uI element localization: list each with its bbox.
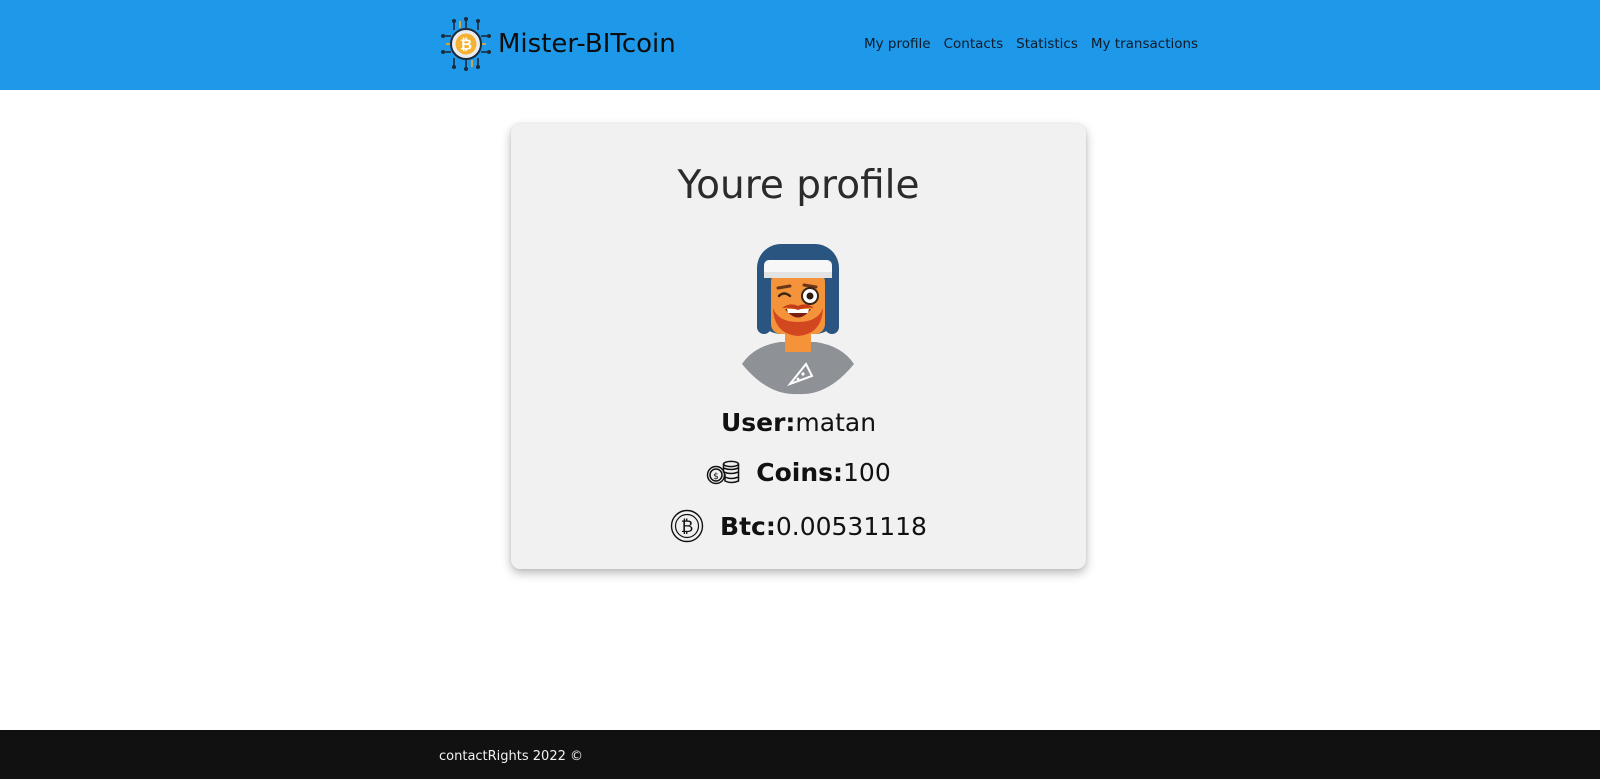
user-row: User: matan <box>511 408 1086 437</box>
nav-my-profile[interactable]: My profile <box>864 36 931 52</box>
nav-my-transactions[interactable]: My transactions <box>1091 36 1198 52</box>
nav-statistics[interactable]: Statistics <box>1016 36 1078 52</box>
btc-row: ₿ Btc: 0.00531118 <box>511 509 1086 543</box>
coins-value: 100 <box>843 458 891 487</box>
page-title: Youre profile <box>677 163 920 208</box>
svg-text:₿: ₿ <box>460 36 472 54</box>
brand-link[interactable]: ₿ Mister-BITcoin <box>440 16 676 72</box>
avatar <box>742 244 854 395</box>
svg-text:$: $ <box>713 472 719 482</box>
bitcoin-circuit-icon: ₿ <box>441 17 491 71</box>
app-footer: contactRights 2022 © <box>0 730 1600 779</box>
coins-label: Coins: <box>756 458 844 487</box>
profile-card: Youre profile User: matan $ Coins: 100 ₿… <box>511 124 1086 569</box>
app-header: ₿ Mister-BITcoin My profile Contacts Sta… <box>0 0 1600 90</box>
svg-text:₿: ₿ <box>681 517 694 537</box>
coins-row: $ Coins: 100 <box>511 458 1086 487</box>
btc-label: Btc: <box>720 511 776 541</box>
footer-text: contactRights 2022 © <box>439 749 584 764</box>
coins-stack-icon: $ <box>707 460 740 484</box>
user-label: User: <box>720 408 796 437</box>
user-value: matan <box>795 408 877 437</box>
btc-value: 0.00531118 <box>775 511 927 541</box>
main-nav: My profile Contacts Statistics My transa… <box>864 36 1198 52</box>
bitcoin-icon: ₿ <box>670 509 704 543</box>
nav-contacts[interactable]: Contacts <box>944 36 1004 52</box>
brand-name: Mister-BITcoin <box>498 29 676 59</box>
